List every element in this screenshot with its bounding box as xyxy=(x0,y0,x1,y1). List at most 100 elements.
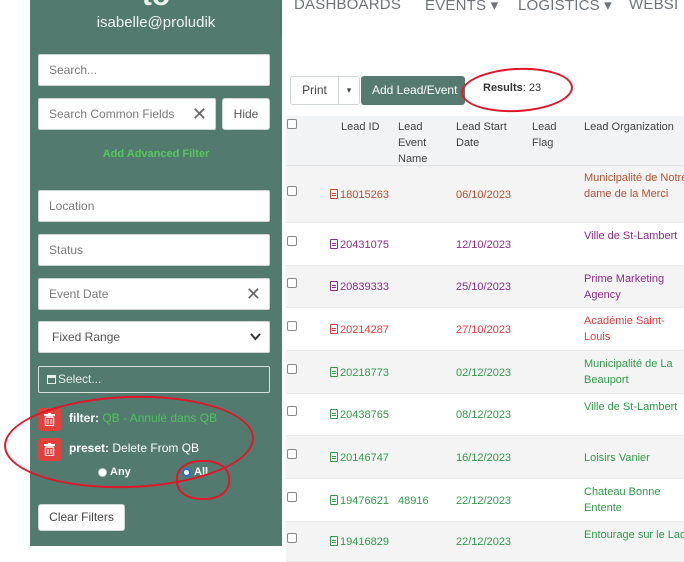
th-lead-start-date[interactable]: Lead Start Date xyxy=(456,119,526,151)
cell-lead-id[interactable]: 19476621 xyxy=(330,493,389,509)
th-lead-organization[interactable]: Lead Organization xyxy=(584,119,684,135)
lead-id-text: 20218773 xyxy=(340,366,389,379)
nav-website[interactable]: WEBSI xyxy=(629,0,678,13)
status-input[interactable]: Status xyxy=(38,234,270,266)
user-email: isabelle@proludik xyxy=(96,14,216,31)
table-row[interactable]: 20438765 08/12/2023 Ville de St-Lambert xyxy=(286,394,684,436)
cell-lead-id[interactable]: 20438765 xyxy=(330,407,389,423)
cell-lead-id[interactable]: 18015263 xyxy=(330,187,389,203)
cell-lead-organization[interactable]: Académie Saint-Louis xyxy=(584,313,684,345)
cell-lead-id[interactable]: 20218773 xyxy=(330,365,389,381)
cell-lead-start-date: 08/12/2023 xyxy=(456,409,512,421)
top-navigation: DASHBOARDS EVENTS ▾ LOGISTICS ▾ WEBSI xyxy=(282,0,684,34)
table-row[interactable]: 18015263 06/10/2023 Municipalité de Notre … xyxy=(286,166,684,223)
row-checkbox[interactable] xyxy=(287,491,297,502)
clear-icon[interactable]: ✕ xyxy=(187,99,207,129)
lead-id-text: 20839333 xyxy=(340,281,389,293)
location-input[interactable]: Location xyxy=(38,190,270,222)
cell-lead-start-date: 22/12/2023 xyxy=(456,536,512,548)
document-icon xyxy=(330,188,338,199)
search-input[interactable]: Search... xyxy=(38,54,270,86)
document-icon xyxy=(330,366,338,377)
event-date-input[interactable]: Event Date ✕ xyxy=(38,278,270,310)
cell-lead-organization[interactable]: Ville de St-Lambert xyxy=(584,228,684,244)
hide-button[interactable]: Hide xyxy=(222,98,270,130)
app-logo: to xyxy=(138,0,174,14)
cell-lead-organization[interactable]: Loisirs Vanier xyxy=(584,450,684,466)
table-row[interactable]: 20218773 02/12/2023 Municipalité de La Bea… xyxy=(286,351,684,394)
lead-id-text: 20146747 xyxy=(340,451,389,464)
document-icon xyxy=(330,323,338,334)
cell-lead-organization[interactable]: Entourage sur le Lac xyxy=(584,527,684,543)
cell-lead-event-name: 48916 xyxy=(398,494,429,507)
common-fields-placeholder: Search Common Fields xyxy=(49,107,175,121)
table-row[interactable]: 19476621 48916 22/12/2023 Chateau Bonne Ent… xyxy=(286,479,684,522)
cell-lead-start-date: 22/12/2023 xyxy=(456,494,512,507)
add-advanced-filter-link[interactable]: Add Advanced Filter xyxy=(30,148,282,160)
select-all-checkbox[interactable] xyxy=(287,119,297,129)
range-select[interactable]: Fixed Range xyxy=(38,321,270,353)
cell-lead-organization[interactable]: Chateau Bonne Entente xyxy=(584,484,684,516)
lead-id-text: 19476621 xyxy=(340,494,389,507)
annotation-circle-all xyxy=(176,460,230,500)
table-row[interactable]: 19416829 22/12/2023 Entourage sur le Lac xyxy=(286,522,684,562)
cell-lead-start-date: 06/10/2023 xyxy=(456,188,512,201)
lead-id-text: 20438765 xyxy=(340,409,389,421)
calendar-icon xyxy=(47,375,56,384)
row-checkbox[interactable] xyxy=(287,406,297,416)
location-placeholder: Location xyxy=(49,199,95,213)
cell-lead-id[interactable]: 19416829 xyxy=(330,534,389,550)
event-date-placeholder: Event Date xyxy=(49,287,109,301)
status-placeholder: Status xyxy=(49,243,84,257)
row-checkbox[interactable] xyxy=(287,235,297,246)
print-dropdown-toggle[interactable]: ▾ xyxy=(338,76,360,105)
row-checkbox[interactable] xyxy=(287,533,297,543)
cell-lead-id[interactable]: 20839333 xyxy=(330,279,389,295)
range-select-value: Fixed Range xyxy=(52,330,121,344)
table-row[interactable]: 20146747 16/12/2023 Loisirs Vanier xyxy=(286,436,684,479)
add-lead-event-button[interactable]: Add Lead/Event xyxy=(361,76,465,105)
cell-lead-start-date: 27/10/2023 xyxy=(456,323,512,336)
row-checkbox[interactable] xyxy=(287,448,297,459)
cell-lead-start-date: 12/10/2023 xyxy=(456,238,512,251)
cell-lead-organization[interactable]: Ville de St-Lambert xyxy=(584,399,684,415)
table-row[interactable]: 20839333 25/10/2023 Prime Marketing Agency xyxy=(286,266,684,308)
cell-lead-start-date: 25/10/2023 xyxy=(456,281,512,293)
table-row[interactable]: 20431075 12/10/2023 Ville de St-Lambert xyxy=(286,223,684,266)
th-lead-flag[interactable]: Lead Flag xyxy=(532,119,568,151)
cell-lead-organization[interactable]: Prime Marketing Agency xyxy=(584,271,684,303)
print-button[interactable]: Print xyxy=(290,76,339,105)
lead-id-text: 18015263 xyxy=(340,188,389,201)
chevron-down-icon xyxy=(250,322,261,352)
cell-lead-organization[interactable]: Municipalité de Notre dame de la Merci xyxy=(584,170,684,202)
clear-filters-button[interactable]: Clear Filters xyxy=(38,504,125,531)
cell-lead-id[interactable]: 20214287 xyxy=(330,322,389,338)
date-range-picker[interactable]: Select... xyxy=(38,366,270,393)
row-checkbox[interactable] xyxy=(287,185,297,196)
row-checkbox[interactable] xyxy=(287,363,297,374)
lead-id-text: 19416829 xyxy=(340,536,389,548)
document-icon xyxy=(330,281,338,291)
row-checkbox[interactable] xyxy=(287,320,297,331)
row-checkbox[interactable] xyxy=(287,278,297,288)
document-icon xyxy=(330,536,338,546)
cell-lead-id[interactable]: 20146747 xyxy=(330,450,389,466)
nav-logistics[interactable]: LOGISTICS ▾ xyxy=(518,0,612,14)
document-icon xyxy=(330,451,338,462)
table-row[interactable]: 20214287 27/10/2023 Académie Saint-Louis xyxy=(286,308,684,351)
clear-icon[interactable]: ✕ xyxy=(246,279,261,309)
th-lead-event-name[interactable]: Lead Event Name xyxy=(398,119,440,167)
cell-lead-start-date: 02/12/2023 xyxy=(456,366,512,379)
document-icon xyxy=(330,494,338,505)
lead-id-text: 20214287 xyxy=(340,323,389,336)
search-placeholder: Search... xyxy=(49,63,98,77)
document-icon xyxy=(330,238,338,249)
cell-lead-id[interactable]: 20431075 xyxy=(330,237,389,253)
lead-id-text: 20431075 xyxy=(340,238,389,251)
nav-events[interactable]: EVENTS ▾ xyxy=(425,0,498,14)
cell-lead-organization[interactable]: Municipalité de La Beauport xyxy=(584,356,684,388)
document-icon xyxy=(330,409,338,419)
nav-dashboards[interactable]: DASHBOARDS xyxy=(294,0,401,13)
th-lead-id[interactable]: Lead ID xyxy=(341,119,391,135)
common-fields-search-input[interactable]: Search Common Fields ✕ xyxy=(38,98,216,130)
